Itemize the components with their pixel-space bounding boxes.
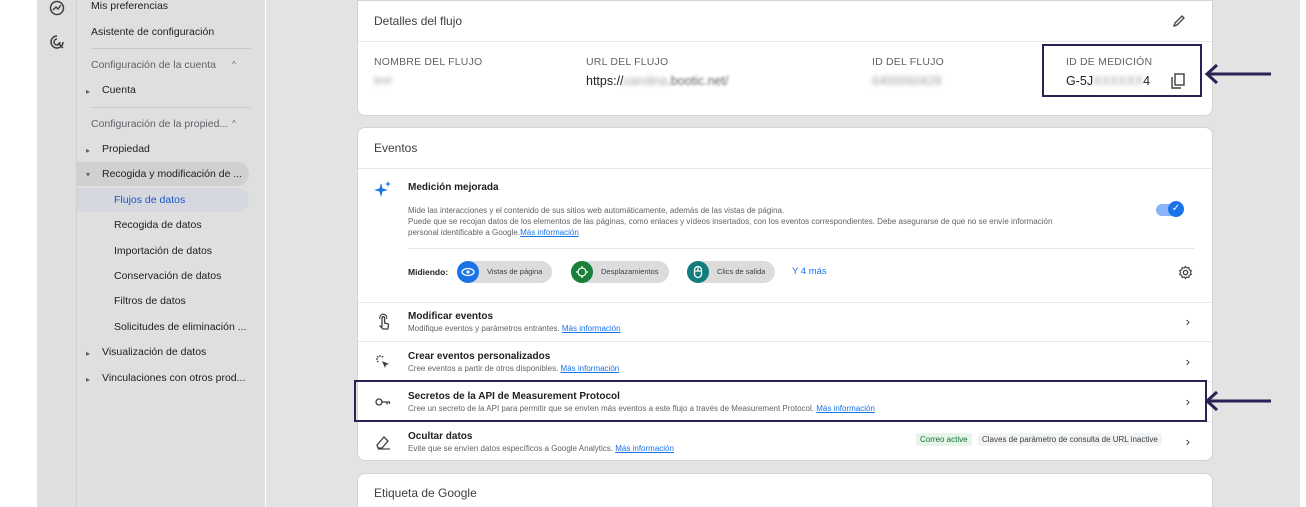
- eye-icon: [457, 261, 479, 283]
- right-gutter: [1300, 0, 1306, 507]
- caret-right-icon: ▸: [86, 349, 91, 358]
- scroll-icon: [571, 261, 593, 283]
- card-divider: [358, 41, 1212, 42]
- nav-item-data-collection[interactable]: Recogida y modificación de ...: [102, 168, 244, 180]
- nav-item-setup-assistant[interactable]: Asistente de configuración: [91, 26, 214, 38]
- enhanced-desc-line2: Puede que se recojan datos de los elemen…: [408, 217, 1053, 226]
- enhanced-measurement-title: Medición mejorada: [408, 182, 499, 193]
- target-icon[interactable]: [49, 34, 65, 50]
- more-chips-link[interactable]: Y 4 más: [792, 266, 827, 277]
- stream-id-value: 6400060428: [872, 74, 942, 88]
- row-title: Modificar eventos: [408, 311, 494, 322]
- enhanced-desc-line1: Mide las interacciones y el contenido de…: [408, 206, 785, 215]
- mouse-icon: [687, 261, 709, 283]
- caret-down-icon: ▾: [86, 170, 91, 179]
- highlight-api-secrets: [354, 380, 1207, 422]
- pencil-icon[interactable]: [1172, 14, 1186, 28]
- more-info-link[interactable]: Más información: [520, 228, 579, 237]
- insights-icon[interactable]: [49, 0, 65, 16]
- row-title: Ocultar datos: [408, 431, 473, 442]
- chevron-right-icon: ›: [1185, 434, 1190, 449]
- row-desc: Cree eventos a partir de otros disponibl…: [408, 364, 620, 373]
- row-title: Crear eventos personalizados: [408, 351, 551, 362]
- chevron-right-icon: ›: [1185, 314, 1190, 329]
- events-title: Eventos: [374, 141, 418, 155]
- google-tag-title: Etiqueta de Google: [374, 486, 477, 500]
- chevron-right-icon: ›: [1185, 354, 1190, 369]
- eraser-icon: [376, 436, 390, 450]
- caret-right-icon: ▸: [86, 146, 91, 155]
- chip-scrolls[interactable]: Desplazamientos: [571, 261, 669, 283]
- icon-rail: [37, 0, 77, 507]
- row-create-custom-events[interactable]: Crear eventos personalizados Cree evento…: [358, 342, 1212, 382]
- stream-name-value: test: [374, 75, 392, 87]
- arrow-left-icon: [1204, 390, 1271, 412]
- nav-item-data-display[interactable]: Visualización de datos: [102, 346, 206, 358]
- main-content: Detalles del flujo NOMBRE DEL FLUJO test…: [266, 0, 1300, 507]
- nav-item-preferences[interactable]: Mis preferencias: [91, 0, 168, 12]
- row-desc: Evite que se envíen datos específicos a …: [408, 444, 674, 453]
- nav-section-account[interactable]: Configuración de la cuenta: [91, 59, 216, 71]
- status-badge-url-params: Claves de parámetro de consulta de URL i…: [978, 433, 1162, 446]
- card-divider: [358, 168, 1212, 169]
- stream-details-title: Detalles del flujo: [374, 14, 463, 28]
- enhanced-desc-line3: personal identificable a Google.Más info…: [408, 228, 579, 237]
- more-info-link[interactable]: Más información: [615, 444, 674, 453]
- nav-subitem-data-collection[interactable]: Recogida de datos: [114, 219, 202, 231]
- sparkle-icon: [374, 181, 391, 197]
- stream-name-label: NOMBRE DEL FLUJO: [374, 56, 483, 68]
- nav-divider: [91, 48, 251, 49]
- nav-item-account[interactable]: Cuenta: [102, 84, 136, 96]
- chip-page-views[interactable]: Vistas de página: [457, 261, 553, 283]
- more-info-link[interactable]: Más información: [562, 324, 621, 333]
- nav-subitem-data-filters[interactable]: Filtros de datos: [114, 295, 186, 307]
- google-tag-card[interactable]: Etiqueta de Google: [357, 473, 1213, 507]
- status-badge-email: Correo active: [916, 433, 972, 446]
- chevron-up-icon[interactable]: ^: [232, 119, 236, 128]
- nav-subitem-data-streams[interactable]: Flujos de datos: [114, 194, 185, 206]
- cursor-click-icon: [376, 355, 389, 368]
- nav-subitem-data-retention[interactable]: Conservación de datos: [114, 270, 221, 282]
- stream-url-value: https://carolina.bootic.net/: [586, 74, 729, 88]
- row-modify-events[interactable]: Modificar eventos Modifique eventos y pa…: [358, 302, 1212, 342]
- nav-item-property[interactable]: Propiedad: [102, 143, 150, 155]
- nav-subitem-deletion-requests[interactable]: Solicitudes de eliminación ...: [114, 321, 250, 333]
- caret-right-icon: ▸: [86, 87, 91, 96]
- left-gutter: [0, 0, 37, 507]
- enhanced-measurement-toggle[interactable]: ✓: [1156, 201, 1184, 217]
- more-info-link[interactable]: Más información: [561, 364, 620, 373]
- arrow-left-icon: [1204, 63, 1271, 85]
- row-divider: [408, 248, 1194, 249]
- chip-outbound-clicks[interactable]: Clics de salida: [687, 261, 776, 283]
- stream-url-label: URL DEL FLUJO: [586, 56, 669, 68]
- stream-id-label: ID DEL FLUJO: [872, 56, 945, 68]
- nav-divider: [91, 107, 251, 108]
- check-icon: ✓: [1168, 201, 1184, 217]
- row-redact-data[interactable]: Ocultar datos Evite que se envíen datos …: [358, 422, 1212, 462]
- touch-icon: [379, 313, 390, 330]
- nav-item-product-links[interactable]: Vinculaciones con otros prod...: [102, 372, 252, 384]
- chevron-up-icon[interactable]: ^: [232, 60, 236, 69]
- admin-nav: Mis preferencias Asistente de configurac…: [77, 0, 265, 507]
- row-desc: Modifique eventos y parámetros entrantes…: [408, 324, 621, 333]
- highlight-measurement-id: [1042, 44, 1202, 97]
- measuring-label: Midiendo:: [408, 267, 449, 277]
- settings-icon[interactable]: [1178, 265, 1193, 280]
- nav-subitem-data-import[interactable]: Importación de datos: [114, 245, 212, 257]
- nav-section-property[interactable]: Configuración de la propied...: [91, 118, 228, 130]
- caret-right-icon: ▸: [86, 375, 91, 384]
